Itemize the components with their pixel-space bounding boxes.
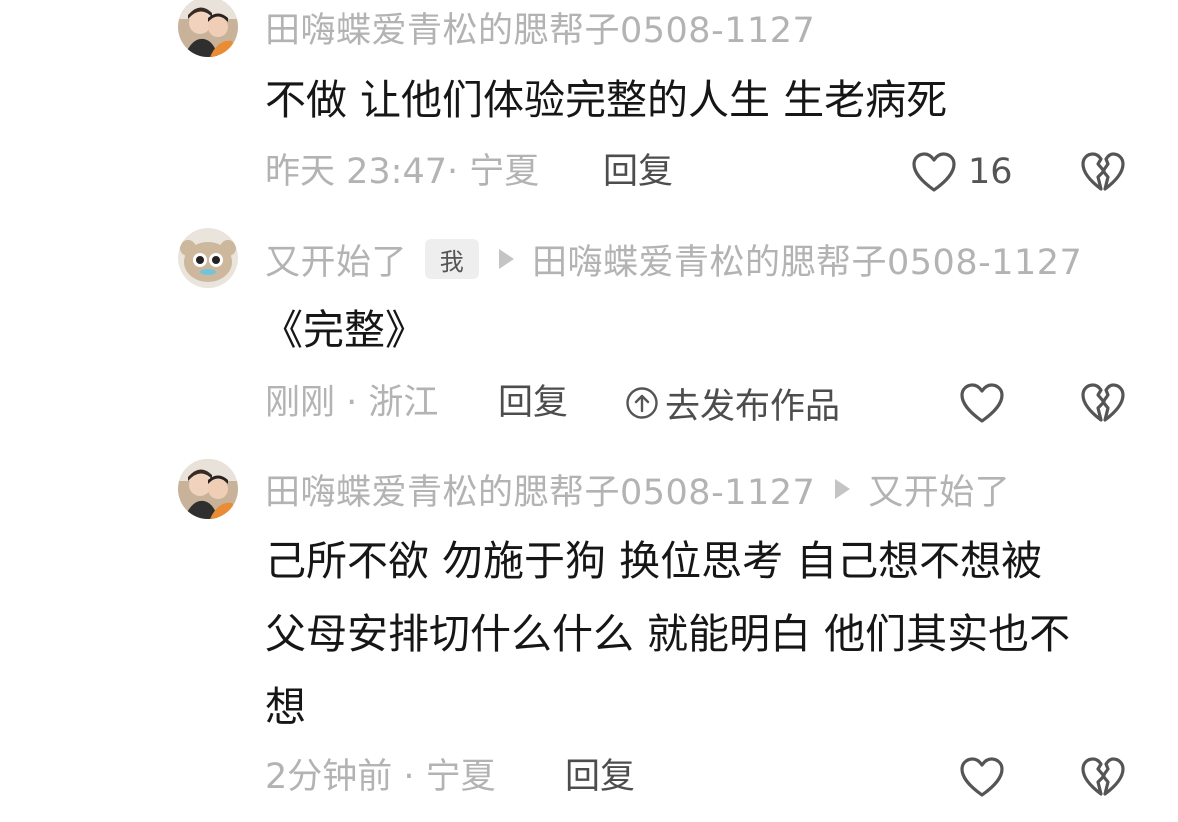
comment-author-line: 又开始了 我 田嗨蝶爱青松的腮帮子0508-1127	[265, 234, 1082, 285]
avatar[interactable]	[178, 459, 238, 519]
comment-author[interactable]: 田嗨蝶爱青松的腮帮子0508-1127	[265, 464, 815, 515]
heart-outline-icon	[912, 152, 956, 192]
broken-heart-icon	[1081, 152, 1125, 191]
comment-time-location: 2分钟前 · 宁夏	[265, 757, 496, 797]
comment-text: 不做 让他们体验完整的人生 生老病死	[265, 64, 947, 137]
reply-to-author[interactable]: 田嗨蝶爱青松的腮帮子0508-1127	[532, 234, 1082, 285]
comment-time-location: 刚刚 · 浙江	[265, 383, 439, 423]
broken-heart-icon	[1081, 383, 1125, 422]
comment-actions: 昨天 23:47· 宁夏 回复 16	[265, 147, 1178, 197]
reply-arrow-icon	[499, 249, 515, 269]
avatar[interactable]	[178, 0, 238, 57]
reply-arrow-icon	[835, 479, 851, 499]
comment-text-line: 想	[265, 683, 306, 731]
broken-heart-icon	[1081, 757, 1125, 796]
reply-button[interactable]: 回复	[498, 378, 568, 428]
comment-author-line: 田嗨蝶爱青松的腮帮子0508-1127 又开始了	[265, 464, 1010, 515]
heart-outline-icon	[960, 383, 1004, 423]
avatar[interactable]	[178, 228, 238, 288]
comment-time-location: 昨天 23:47· 宁夏	[265, 152, 540, 192]
comment-text: 己所不欲 勿施于狗 换位思考 自己想不想被 父母安排切什么什么 就能明白 他们其…	[265, 525, 1070, 744]
comment-author[interactable]: 又开始了	[265, 234, 407, 285]
comment-text-line: 父母安排切什么什么 就能明白 他们其实也不	[265, 610, 1071, 658]
comment-author-line: 田嗨蝶爱青松的腮帮子0508-1127	[265, 2, 815, 53]
publish-work-label: 去发布作品	[665, 386, 841, 427]
dislike-button[interactable]	[1079, 752, 1127, 802]
comment-text-line: 不做 让他们体验完整的人生 生老病死	[265, 76, 948, 124]
reply-to-author[interactable]: 又开始了	[868, 464, 1010, 515]
comment-text-line: 己所不欲 勿施于狗 换位思考 自己想不想被	[265, 537, 1043, 585]
reply-button[interactable]: 回复	[565, 752, 635, 802]
like-count: 16	[968, 152, 1013, 192]
reply-button[interactable]: 回复	[603, 147, 673, 197]
upload-circle-icon	[626, 387, 658, 419]
like-button[interactable]	[958, 378, 1006, 428]
heart-outline-icon	[960, 757, 1004, 797]
comment-text-line: 《完整》	[262, 306, 426, 354]
comment-actions: 刚刚 · 浙江 回复 去发布作品	[265, 378, 1178, 428]
comment-author[interactable]: 田嗨蝶爱青松的腮帮子0508-1127	[265, 2, 815, 53]
dislike-button[interactable]	[1079, 378, 1127, 428]
dislike-button[interactable]	[1079, 147, 1127, 197]
like-button[interactable]	[958, 752, 1006, 802]
me-badge: 我	[425, 239, 480, 279]
comment-text: 《完整》	[262, 294, 426, 367]
like-button[interactable]: 16	[910, 147, 1013, 197]
comment-actions: 2分钟前 · 宁夏 回复	[265, 752, 1178, 802]
publish-work-button[interactable]: 去发布作品	[625, 378, 840, 428]
